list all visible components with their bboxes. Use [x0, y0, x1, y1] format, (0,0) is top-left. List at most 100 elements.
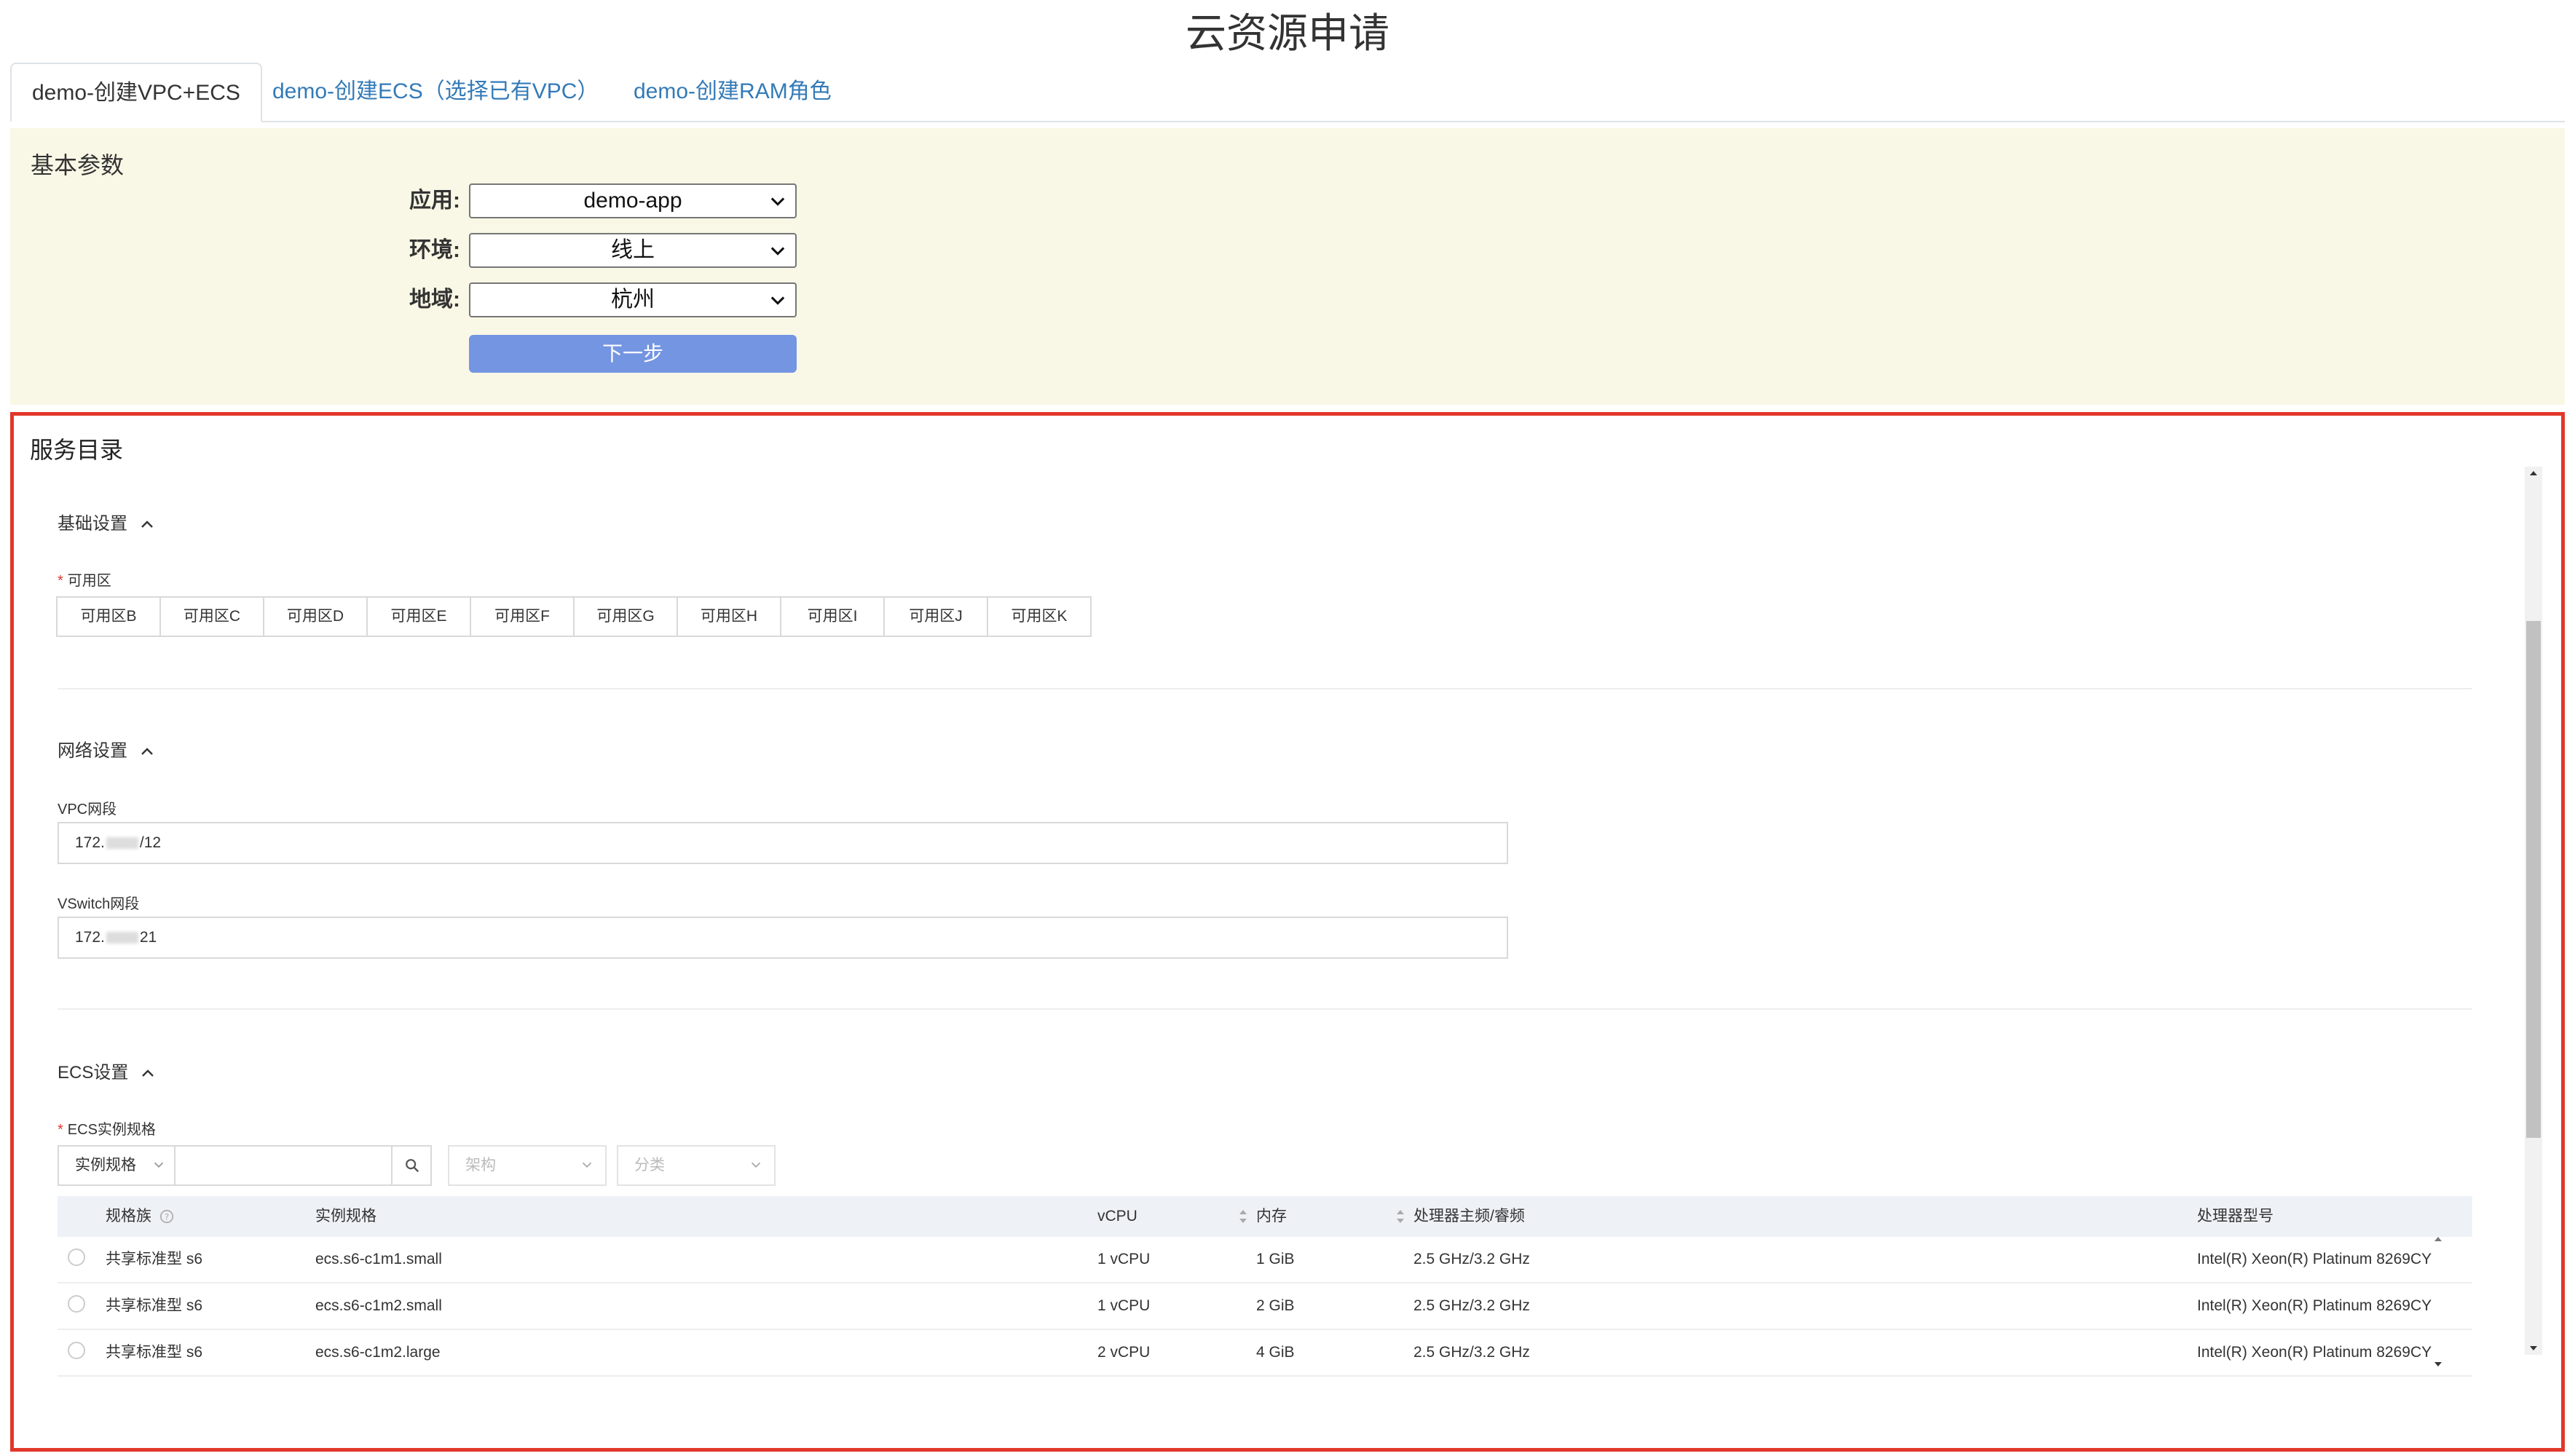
zone-option[interactable]: 可用区C	[159, 596, 264, 637]
table-row[interactable]: 共享标准型 s6 ecs.s6-c1m1.small 1 vCPU 1 GiB …	[58, 1237, 2472, 1283]
column-header-cpu-model: 处理器型号	[2197, 1208, 2274, 1224]
cell-vcpu: 1 vCPU	[1097, 1251, 1151, 1267]
catalog-scrollbar[interactable]	[2525, 467, 2542, 1355]
spec-search-input[interactable]	[174, 1145, 393, 1186]
region-select-value: 杭州	[611, 288, 655, 312]
vswitch-cidr-prefix: 172.	[75, 929, 105, 946]
search-type-select[interactable]: 实例规格	[58, 1145, 176, 1186]
scroll-down-icon[interactable]	[2528, 1343, 2539, 1353]
category-select[interactable]: 分类	[617, 1145, 776, 1186]
region-select[interactable]: 杭州	[469, 282, 797, 317]
tab-bar: demo-创建VPC+ECS demo-创建ECS（选择已有VPC） demo-…	[10, 63, 2565, 122]
search-type-value: 实例规格	[75, 1157, 136, 1174]
ecs-settings-toggle[interactable]: ECS设置	[58, 1058, 157, 1083]
chevron-up-icon	[142, 1069, 154, 1077]
column-header-vcpu[interactable]: vCPU	[1097, 1196, 1137, 1237]
app-select[interactable]: demo-app	[469, 183, 797, 218]
chevron-down-icon	[770, 247, 785, 256]
vpc-cidr-prefix: 172.	[75, 834, 105, 851]
tab-create-ecs-existing-vpc[interactable]: demo-创建ECS（选择已有VPC）	[252, 63, 619, 121]
ecs-spec-field-label: * ECS实例规格	[58, 1117, 156, 1139]
vpc-cidr-suffix: /12	[139, 834, 162, 851]
column-header-memory[interactable]: 内存	[1256, 1196, 1287, 1237]
cell-family: 共享标准型 s6	[106, 1251, 203, 1267]
redacted-segment	[106, 837, 138, 850]
cell-family: 共享标准型 s6	[106, 1344, 203, 1361]
cell-spec: ecs.s6-c1m2.small	[315, 1297, 442, 1314]
section-divider	[58, 1008, 2472, 1010]
required-mark: *	[58, 573, 63, 589]
column-header: 规格族 ?	[106, 1196, 175, 1237]
cell-frequency: 2.5 GHz/3.2 GHz	[1413, 1344, 1530, 1361]
env-select[interactable]: 线上	[469, 233, 797, 268]
basic-params-panel: 基本参数 应用: demo-app 环境: 线上 地域: 杭州 下一步	[10, 128, 2565, 405]
scroll-up-icon[interactable]	[2528, 468, 2539, 478]
cell-frequency: 2.5 GHz/3.2 GHz	[1413, 1251, 1530, 1267]
vpc-cidr-input[interactable]: 172. /12	[58, 822, 1508, 864]
help-icon[interactable]: ?	[159, 1208, 175, 1224]
scrollbar-thumb[interactable]	[2526, 621, 2541, 1138]
zone-option[interactable]: 可用区H	[677, 596, 781, 637]
architecture-select[interactable]: 架构	[448, 1145, 607, 1186]
zone-option[interactable]: 可用区F	[470, 596, 575, 637]
row-radio[interactable]	[68, 1342, 85, 1359]
zone-option[interactable]: 可用区G	[573, 596, 678, 637]
chevron-up-icon	[141, 747, 153, 755]
chevron-down-icon	[770, 296, 785, 305]
chevron-down-icon	[770, 197, 785, 206]
zone-label-text: 可用区	[67, 573, 111, 589]
tab-create-ram-role[interactable]: demo-创建RAM角色	[613, 63, 852, 121]
cell-frequency: 2.5 GHz/3.2 GHz	[1413, 1297, 1530, 1314]
sort-icon[interactable]	[1395, 1206, 1406, 1227]
page-title: 云资源申请	[1186, 10, 1389, 56]
app-select-value: demo-app	[583, 189, 682, 213]
cell-family: 共享标准型 s6	[106, 1297, 203, 1314]
zone-option[interactable]: 可用区D	[263, 596, 368, 637]
architecture-placeholder: 架构	[465, 1157, 496, 1174]
basic-params-heading: 基本参数	[31, 152, 125, 178]
env-label: 环境:	[409, 238, 460, 262]
zone-option[interactable]: 可用区K	[987, 596, 1092, 637]
base-settings-toggle[interactable]: 基础设置	[58, 509, 156, 534]
cell-memory: 4 GiB	[1256, 1344, 1295, 1361]
cell-memory: 1 GiB	[1256, 1251, 1295, 1267]
section-divider	[58, 688, 2472, 689]
zone-option[interactable]: 可用区I	[780, 596, 885, 637]
chevron-down-icon	[154, 1162, 164, 1168]
network-settings-toggle[interactable]: 网络设置	[58, 736, 156, 761]
chevron-down-icon	[582, 1162, 592, 1168]
base-settings-title: 基础设置	[58, 514, 127, 534]
ecs-spec-label-text: ECS实例规格	[67, 1122, 156, 1138]
tab-create-vpc-ecs[interactable]: demo-创建VPC+ECS	[10, 63, 262, 122]
vswitch-cidr-label: VSwitch网段	[58, 896, 140, 912]
cell-vcpu: 1 vCPU	[1097, 1297, 1151, 1314]
app-label: 应用:	[409, 189, 460, 213]
vswitch-cidr-input[interactable]: 172. 21	[58, 917, 1508, 959]
table-scrollbar[interactable]	[2430, 1234, 2446, 1369]
ecs-settings-title: ECS设置	[58, 1063, 129, 1083]
chevron-up-icon	[141, 520, 153, 528]
service-catalog-panel: 服务目录 基础设置 * 可用区 可用区B 可用区C 可用区D 可用区E 可用区F …	[10, 412, 2565, 1452]
row-radio[interactable]	[68, 1295, 85, 1313]
vpc-cidr-label: VPC网段	[58, 802, 117, 818]
cell-cpu-model: Intel(R) Xeon(R) Platinum 8269CY	[2197, 1251, 2432, 1267]
cell-memory: 2 GiB	[1256, 1297, 1295, 1314]
service-catalog-heading: 服务目录	[30, 437, 124, 463]
zone-field-label: * 可用区	[58, 569, 111, 590]
table-row[interactable]: 共享标准型 s6 ecs.s6-c1m2.large 2 vCPU 4 GiB …	[58, 1330, 2472, 1377]
sort-icon[interactable]	[1237, 1206, 1249, 1227]
chevron-down-icon	[751, 1162, 761, 1168]
zone-option[interactable]: 可用区B	[56, 596, 161, 637]
redacted-segment	[106, 932, 138, 944]
search-icon	[406, 1159, 419, 1173]
zone-option[interactable]: 可用区E	[366, 596, 471, 637]
column-header-spec: 实例规格	[315, 1208, 376, 1224]
zone-option[interactable]: 可用区J	[883, 596, 988, 637]
next-step-button[interactable]: 下一步	[469, 335, 797, 373]
cell-spec: ecs.s6-c1m1.small	[315, 1251, 442, 1267]
row-radio[interactable]	[68, 1249, 85, 1266]
column-header-frequency: 处理器主频/睿频	[1413, 1208, 1525, 1224]
region-label: 地域:	[409, 288, 460, 312]
table-row[interactable]: 共享标准型 s6 ecs.s6-c1m2.small 1 vCPU 2 GiB …	[58, 1283, 2472, 1330]
search-button[interactable]	[391, 1145, 432, 1186]
